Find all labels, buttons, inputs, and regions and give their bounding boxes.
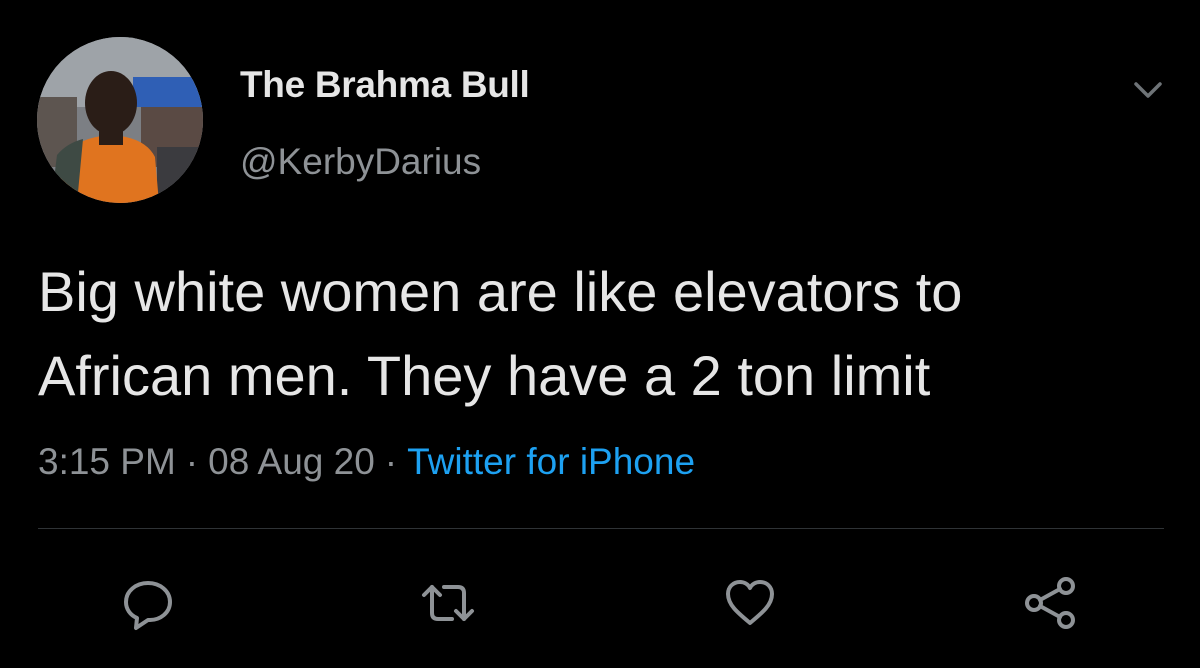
tweet-text: Big white women are like elevators to Af… [38,250,1178,418]
display-name[interactable]: The Brahma Bull [240,64,530,106]
retweet-button[interactable] [418,573,478,633]
avatar[interactable] [37,37,203,203]
reply-button[interactable] [118,573,178,633]
profile-photo-icon [37,37,203,203]
tweet-text-line: Big white women are like elevators to [38,260,963,323]
share-button[interactable] [1020,573,1080,633]
retweet-icon [422,585,474,621]
meta-separator: · [384,441,398,482]
divider [38,528,1164,529]
comment-icon [124,581,172,630]
share-icon [1025,577,1075,629]
tweet-card: The Brahma Bull @KerbyDarius Big white w… [0,0,1200,668]
meta-separator: · [185,441,199,482]
like-button[interactable] [720,573,780,633]
tweet-text-line: African men. They have a 2 ton limit [38,344,931,407]
tweet-time: 3:15 PM [38,441,176,482]
tweet-date: 08 Aug 20 [208,441,375,482]
tweet-meta: 3:15 PM · 08 Aug 20 · Twitter for iPhone [38,441,695,483]
chevron-down-icon[interactable] [1130,72,1166,108]
tweet-source-link[interactable]: Twitter for iPhone [407,441,695,482]
user-handle[interactable]: @KerbyDarius [240,141,481,183]
heart-icon [726,580,774,625]
